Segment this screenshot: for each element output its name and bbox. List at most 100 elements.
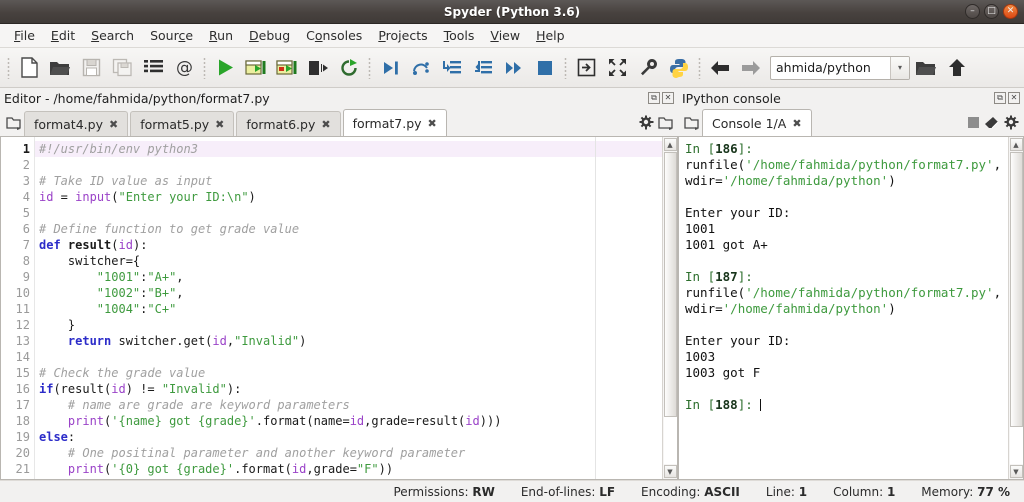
menu-search[interactable]: Search: [83, 25, 142, 46]
re-run-icon[interactable]: [334, 52, 364, 84]
code-line[interactable]: "1004":"C+": [35, 301, 662, 317]
browse-folder-icon[interactable]: [911, 52, 941, 84]
run-selection-icon[interactable]: [303, 52, 333, 84]
code-line[interactable]: id = input("Enter your ID:\n"): [35, 189, 662, 205]
save-file-icon[interactable]: [76, 52, 106, 84]
editor-tab-close-icon[interactable]: ✖: [428, 117, 437, 130]
editor-tab-close-icon[interactable]: ✖: [321, 118, 330, 131]
code-line[interactable]: print('{name} got {grade}'.format(name=i…: [35, 413, 662, 429]
console-output-area[interactable]: In [186]: runfile('/home/fahmida/python/…: [678, 136, 1024, 480]
debug-step-return-icon[interactable]: [468, 52, 498, 84]
code-line[interactable]: #!/usr/bin/env python3: [35, 141, 662, 157]
menu-edit[interactable]: Edit: [43, 25, 83, 46]
parent-directory-icon[interactable]: [942, 52, 972, 84]
menu-help[interactable]: Help: [528, 25, 573, 46]
menu-consoles[interactable]: Consoles: [298, 25, 370, 46]
console-browse-tabs-icon[interactable]: [680, 110, 702, 136]
editor-tab-format5-py[interactable]: format5.py ✖: [130, 111, 235, 136]
editor-options-gear-icon[interactable]: [639, 115, 654, 133]
console-scroll-track[interactable]: [1009, 152, 1023, 464]
new-file-icon[interactable]: [14, 52, 44, 84]
console-eraser-icon[interactable]: [984, 116, 1000, 133]
console-text[interactable]: In [186]: runfile('/home/fahmida/python/…: [679, 137, 1008, 479]
menu-view[interactable]: View: [482, 25, 528, 46]
menu-file[interactable]: File: [6, 25, 43, 46]
toolbar-handle[interactable]: [4, 56, 13, 80]
menu-projects[interactable]: Projects: [370, 25, 435, 46]
console-scroll-thumb[interactable]: [1009, 152, 1023, 427]
editor-close-button[interactable]: ✕: [662, 92, 674, 104]
editor-tab-label: format4.py: [34, 116, 103, 132]
code-line[interactable]: return switcher.get(id,"Invalid"): [35, 333, 662, 349]
scroll-down-icon[interactable]: ▼: [663, 465, 677, 478]
browse-tabs-icon[interactable]: [2, 110, 24, 136]
code-line[interactable]: # Define function to get grade value: [35, 221, 662, 237]
code-line[interactable]: if(result(id) != "Invalid"):: [35, 381, 662, 397]
editor-scroll-thumb[interactable]: [663, 152, 677, 418]
menu-debug[interactable]: Debug: [241, 25, 298, 46]
code-line[interactable]: [35, 157, 662, 173]
console-options-gear-icon[interactable]: [1004, 115, 1019, 133]
run-cell-icon[interactable]: [241, 52, 271, 84]
working-directory-value[interactable]: ahmida/python: [771, 60, 890, 75]
console-tab-close-icon[interactable]: ✖: [792, 117, 801, 130]
back-icon[interactable]: [705, 52, 735, 84]
fullscreen-icon[interactable]: [602, 52, 632, 84]
editor-scroll-track[interactable]: [663, 152, 677, 464]
console-close-button[interactable]: ✕: [1008, 92, 1020, 104]
minimize-button[interactable]: –: [965, 4, 980, 19]
editor-vertical-scrollbar[interactable]: ▲ ▼: [662, 137, 677, 479]
editor-tab-format7-py[interactable]: format7.py ✖: [342, 109, 447, 136]
editor-undock-button[interactable]: ⧉: [648, 92, 660, 104]
console-vertical-scrollbar[interactable]: ▲ ▼: [1008, 137, 1023, 479]
debug-file-icon[interactable]: [375, 52, 405, 84]
code-line[interactable]: [35, 349, 662, 365]
code-text[interactable]: #!/usr/bin/env python3 # Take ID value a…: [35, 137, 662, 479]
console-scroll-up-icon[interactable]: ▲: [1009, 138, 1023, 151]
python-path-icon[interactable]: [664, 52, 694, 84]
debug-step-over-icon[interactable]: [406, 52, 436, 84]
code-line[interactable]: "1002":"B+",: [35, 285, 662, 301]
debug-stop-icon[interactable]: [530, 52, 560, 84]
chevron-down-icon[interactable]: ▾: [890, 56, 909, 79]
code-line[interactable]: print('{0} got {grade}'.format(id,grade=…: [35, 461, 662, 477]
menu-source[interactable]: Source: [142, 25, 201, 46]
debug-continue-icon[interactable]: [499, 52, 529, 84]
close-button[interactable]: ✕: [1003, 4, 1018, 19]
open-file-icon[interactable]: [45, 52, 75, 84]
find-symbol-icon[interactable]: @: [169, 52, 199, 84]
editor-code-area[interactable]: 1 2 3 4 5 6 7 8 9 10 11 12 13 14 15 16 17 18 19 20 21 #!/usr…: [0, 136, 678, 480]
editor-tab-close-icon[interactable]: ✖: [109, 118, 118, 131]
code-line[interactable]: # One positinal parameter and another ke…: [35, 445, 662, 461]
code-line[interactable]: # Take ID value as input: [35, 173, 662, 189]
run-file-icon[interactable]: [210, 52, 240, 84]
code-line[interactable]: }: [35, 317, 662, 333]
editor-browse-tabs-icon[interactable]: [658, 116, 673, 133]
scroll-up-icon[interactable]: ▲: [663, 138, 677, 151]
code-line[interactable]: switcher={: [35, 253, 662, 269]
working-directory-combo[interactable]: ahmida/python ▾: [770, 55, 910, 80]
code-line[interactable]: # Check the grade value: [35, 365, 662, 381]
maximize-button[interactable]: □: [984, 4, 999, 19]
console-scroll-down-icon[interactable]: ▼: [1009, 465, 1023, 478]
maximize-pane-icon[interactable]: [571, 52, 601, 84]
save-all-icon[interactable]: [107, 52, 137, 84]
menu-run[interactable]: Run: [201, 25, 241, 46]
code-line[interactable]: "1001":"A+",: [35, 269, 662, 285]
debug-step-into-icon[interactable]: [437, 52, 467, 84]
code-line[interactable]: # name are grade are keyword parameters: [35, 397, 662, 413]
code-line[interactable]: else:: [35, 429, 662, 445]
preferences-icon[interactable]: [633, 52, 663, 84]
forward-icon[interactable]: [736, 52, 766, 84]
code-line[interactable]: def result(id):: [35, 237, 662, 253]
menu-tools[interactable]: Tools: [436, 25, 483, 46]
file-switcher-icon[interactable]: [138, 52, 168, 84]
run-cell-advance-icon[interactable]: [272, 52, 302, 84]
editor-tab-close-icon[interactable]: ✖: [215, 118, 224, 131]
console-stop-icon[interactable]: [967, 116, 980, 132]
console-tab-1a[interactable]: Console 1/A ✖: [702, 109, 812, 136]
editor-tab-format4-py[interactable]: format4.py ✖: [24, 111, 129, 136]
console-undock-button[interactable]: ⧉: [994, 92, 1006, 104]
code-line[interactable]: [35, 205, 662, 221]
editor-tab-format6-py[interactable]: format6.py ✖: [236, 111, 341, 136]
